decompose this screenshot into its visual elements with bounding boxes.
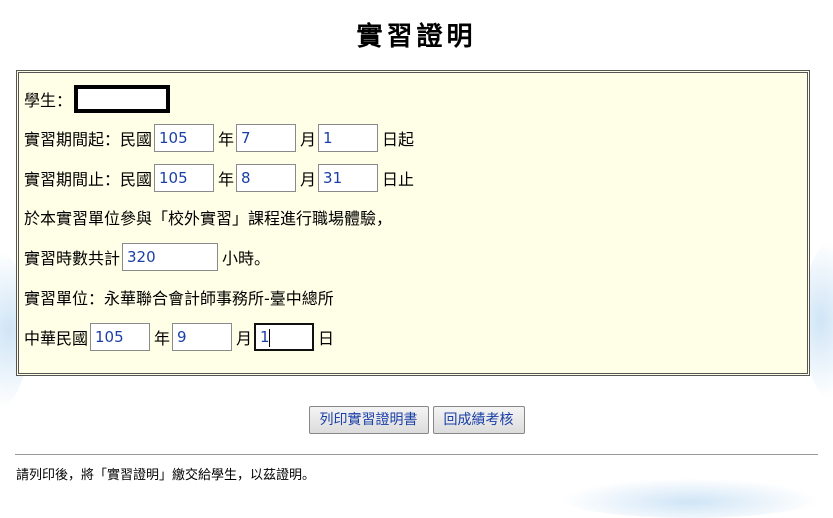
month-unit-label: 月 <box>300 170 317 189</box>
statement-text: 於本實習單位參與「校外實習」課程進行職場體驗， <box>24 209 393 228</box>
hours-input[interactable]: 320 <box>122 243 219 271</box>
divider <box>15 454 818 455</box>
period-end-year-input[interactable]: 105 <box>154 164 215 192</box>
certificate-form-panel: 學生： 實習期間起：民國 105 年 7 月 1 日起 實習期間止：民國 105… <box>16 70 810 376</box>
issue-date-row: 中華民國 105 年 9 月 1 日 <box>24 323 334 351</box>
back-to-grades-button[interactable]: 回成績考核 <box>432 406 525 434</box>
hours-unit-label: 小時。 <box>222 249 271 268</box>
issue-month-input[interactable]: 9 <box>172 323 233 351</box>
day-unit-label: 日 <box>318 329 335 348</box>
day-unit-label: 日起 <box>382 130 415 149</box>
period-start-row: 實習期間起：民國 105 年 7 月 1 日起 <box>24 124 414 152</box>
period-end-month-input[interactable]: 8 <box>236 164 297 192</box>
period-end-label: 實習期間止：民國 <box>24 170 153 189</box>
month-unit-label: 月 <box>300 130 317 149</box>
period-end-day-input[interactable]: 31 <box>318 164 379 192</box>
issue-year-input[interactable]: 105 <box>90 323 151 351</box>
student-name-redacted-field[interactable] <box>74 85 171 113</box>
year-unit-label: 年 <box>218 170 235 189</box>
day-unit-label: 日止 <box>382 170 415 189</box>
student-label: 學生： <box>24 91 73 110</box>
statement-row: 於本實習單位參與「校外實習」課程進行職場體驗， <box>24 203 392 231</box>
text-cursor <box>268 328 270 347</box>
period-start-month-input[interactable]: 7 <box>236 124 297 152</box>
month-unit-label: 月 <box>236 329 253 348</box>
footer-note: 請列印後，將「實習證明」繳交給學生，以茲證明。 <box>16 468 316 483</box>
period-end-row: 實習期間止：民國 105 年 8 月 31 日止 <box>24 164 414 192</box>
hours-row: 實習時數共計 320 小時。 <box>24 243 270 271</box>
year-unit-label: 年 <box>154 329 171 348</box>
action-buttons: 列印實習證明書 回成績考核 <box>0 406 833 434</box>
page-title: 實習證明 <box>356 22 477 52</box>
issue-date-label: 中華民國 <box>24 329 89 348</box>
period-start-label: 實習期間起：民國 <box>24 130 153 149</box>
hours-label: 實習時數共計 <box>24 249 121 268</box>
unit-row: 實習單位：永華聯合會計師事務所-臺中總所 <box>24 283 334 311</box>
period-start-day-input[interactable]: 1 <box>318 124 379 152</box>
issue-day-input[interactable]: 1 <box>254 323 315 351</box>
background-decoration <box>560 478 820 518</box>
internship-unit-text: 實習單位：永華聯合會計師事務所-臺中總所 <box>24 289 334 308</box>
student-row: 學生： <box>24 85 171 113</box>
print-certificate-button[interactable]: 列印實習證明書 <box>308 406 429 434</box>
year-unit-label: 年 <box>218 130 235 149</box>
period-start-year-input[interactable]: 105 <box>154 124 215 152</box>
